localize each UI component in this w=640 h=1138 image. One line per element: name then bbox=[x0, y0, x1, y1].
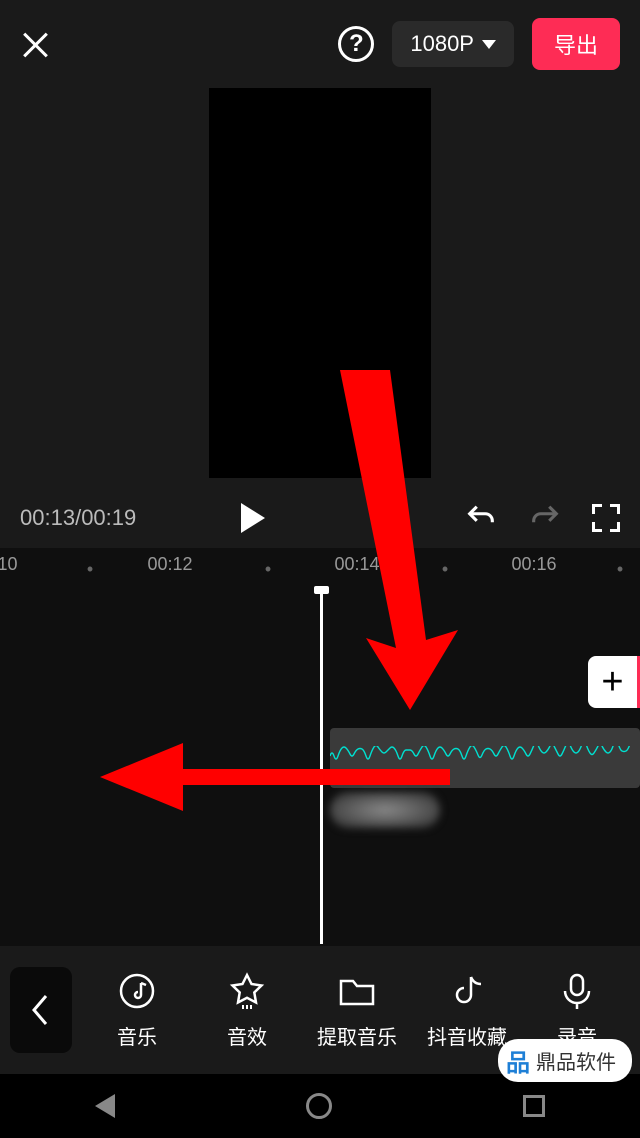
timeline[interactable]: 0:10 • 00:12 • 00:14 • 00:16 • + bbox=[0, 548, 640, 946]
tool-music[interactable]: 音乐 bbox=[84, 971, 190, 1050]
add-clip-button[interactable]: + bbox=[588, 656, 640, 708]
tool-sound-effect[interactable]: 音效 bbox=[194, 971, 300, 1050]
timecode: 00:13/00:19 bbox=[20, 505, 251, 531]
waveform-icon bbox=[330, 746, 640, 766]
close-button[interactable] bbox=[20, 29, 50, 59]
play-button[interactable] bbox=[241, 503, 265, 533]
video-canvas[interactable] bbox=[209, 88, 431, 478]
help-button[interactable]: ? bbox=[338, 26, 374, 62]
resolution-label: 1080P bbox=[410, 31, 474, 57]
fullscreen-button[interactable] bbox=[592, 504, 620, 532]
playhead[interactable] bbox=[320, 588, 323, 944]
nav-home-icon[interactable] bbox=[306, 1093, 332, 1119]
chevron-down-icon bbox=[482, 40, 496, 49]
video-preview-area bbox=[0, 88, 640, 488]
tool-record[interactable]: 录音 bbox=[524, 971, 630, 1050]
redo-button[interactable] bbox=[528, 501, 562, 535]
undo-button[interactable] bbox=[464, 501, 498, 535]
watermark-logo-icon: 品 bbox=[506, 1043, 530, 1078]
top-toolbar: ? 1080P 导出 bbox=[0, 0, 640, 88]
tool-douyin-favorites[interactable]: 抖音收藏 bbox=[414, 971, 520, 1050]
tool-extract-music[interactable]: 提取音乐 bbox=[304, 971, 410, 1050]
system-navbar bbox=[0, 1074, 640, 1138]
timeline-ruler: 0:10 • 00:12 • 00:14 • 00:16 • bbox=[0, 548, 640, 578]
watermark: 品 鼎品软件 bbox=[498, 1039, 632, 1082]
toolbar-back-button[interactable] bbox=[10, 967, 72, 1053]
transport-bar: 00:13/00:19 bbox=[0, 488, 640, 548]
audio-clip-label bbox=[330, 792, 440, 828]
audio-clip[interactable] bbox=[330, 728, 640, 788]
nav-back-icon[interactable] bbox=[95, 1094, 115, 1118]
resolution-dropdown[interactable]: 1080P bbox=[392, 21, 514, 67]
nav-recent-icon[interactable] bbox=[523, 1095, 545, 1117]
export-button[interactable]: 导出 bbox=[532, 18, 620, 70]
